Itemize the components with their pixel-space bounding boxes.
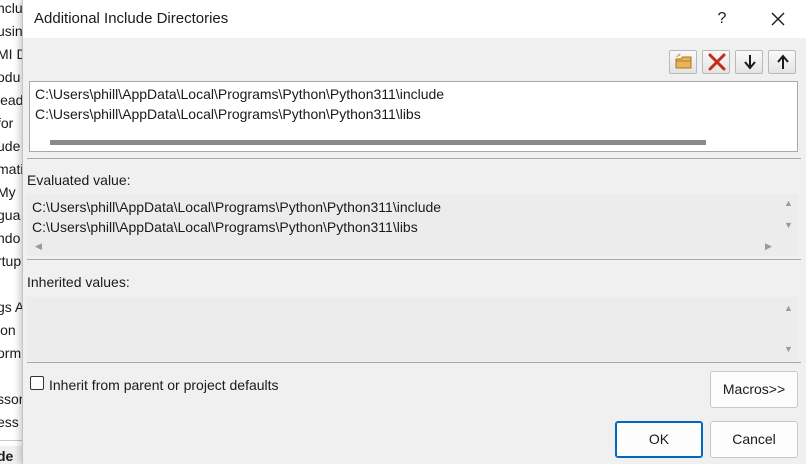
evaluated-line: C:\Users\phill\AppData\Local\Programs\Py… bbox=[32, 199, 442, 215]
dialog-title: Additional Include Directories bbox=[34, 10, 229, 27]
background-text: usin bbox=[0, 23, 23, 39]
close-icon bbox=[771, 12, 785, 26]
scroll-left-icon[interactable]: ◀ bbox=[35, 242, 42, 251]
background-text: nclu bbox=[0, 0, 23, 16]
inherited-vertical-scrollbar[interactable]: ▲ ▼ bbox=[780, 297, 798, 361]
background-text: for bbox=[0, 115, 14, 131]
background-divider bbox=[0, 440, 24, 441]
background-text: rtup bbox=[0, 253, 22, 269]
background-text: gua bbox=[0, 207, 21, 223]
divider bbox=[27, 259, 801, 260]
move-up-button[interactable] bbox=[768, 50, 796, 74]
scroll-down-icon[interactable]: ▼ bbox=[784, 221, 793, 230]
scroll-down-icon[interactable]: ▼ bbox=[784, 345, 793, 354]
inherited-values-label: Inherited values: bbox=[27, 274, 130, 290]
editor-line[interactable]: C:\Users\phill\AppData\Local\Programs\Py… bbox=[35, 106, 421, 122]
move-down-button[interactable] bbox=[735, 50, 763, 74]
new-line-button[interactable] bbox=[669, 50, 697, 74]
divider bbox=[27, 158, 801, 159]
divider bbox=[27, 362, 801, 363]
additional-include-directories-dialog: Additional Include Directories ? C:\User… bbox=[22, 0, 806, 464]
evaluated-vertical-scrollbar[interactable]: ▲ ▼ bbox=[780, 194, 798, 256]
scroll-right-icon[interactable]: ▶ bbox=[765, 242, 772, 251]
close-button[interactable] bbox=[765, 6, 791, 32]
background-text: ude bbox=[0, 138, 21, 154]
cancel-button[interactable]: Cancel bbox=[710, 421, 798, 458]
delete-line-button[interactable] bbox=[702, 50, 730, 74]
move-up-icon bbox=[777, 54, 789, 69]
background-text: odu bbox=[0, 69, 21, 85]
macros-button[interactable]: Macros>> bbox=[710, 371, 798, 408]
background-text: My bbox=[0, 184, 16, 200]
new-folder-icon bbox=[675, 53, 692, 69]
background-text: de bbox=[0, 448, 14, 464]
inherit-checkbox-label[interactable]: Inherit from parent or project defaults bbox=[49, 377, 279, 393]
ok-button[interactable]: OK bbox=[615, 421, 703, 458]
scroll-up-icon[interactable]: ▲ bbox=[784, 199, 793, 208]
background-bar: de bbox=[0, 446, 24, 464]
background-text: ess S bbox=[0, 414, 24, 430]
evaluated-value-label: Evaluated value: bbox=[27, 172, 131, 188]
title-bar: Additional Include Directories ? bbox=[23, 0, 806, 38]
help-button[interactable]: ? bbox=[709, 6, 735, 32]
scroll-up-icon[interactable]: ▲ bbox=[784, 304, 793, 313]
background-text: lead bbox=[0, 92, 24, 108]
inherit-checkbox[interactable] bbox=[30, 376, 44, 390]
delete-icon bbox=[708, 53, 726, 71]
background-window: nclu usin MI D odu lead for ude mati My … bbox=[0, 0, 24, 464]
evaluated-value-box: C:\Users\phill\AppData\Local\Programs\Py… bbox=[27, 194, 780, 256]
background-text: ndo bbox=[0, 230, 21, 246]
horizontal-scrollbar-thumb[interactable] bbox=[50, 140, 706, 145]
editor-line[interactable]: C:\Users\phill\AppData\Local\Programs\Py… bbox=[35, 86, 444, 102]
inherited-values-box bbox=[27, 297, 780, 361]
background-text: ion bbox=[0, 322, 16, 338]
background-text: orm bbox=[0, 345, 22, 361]
include-directories-editor[interactable]: C:\Users\phill\AppData\Local\Programs\Py… bbox=[29, 81, 798, 152]
background-text: ssor C bbox=[0, 391, 24, 407]
background-text: MI D bbox=[0, 46, 24, 62]
evaluated-line: C:\Users\phill\AppData\Local\Programs\Py… bbox=[32, 219, 418, 235]
move-down-icon bbox=[744, 55, 756, 70]
background-text: mati bbox=[0, 161, 24, 177]
background-text: gs A bbox=[0, 299, 24, 315]
